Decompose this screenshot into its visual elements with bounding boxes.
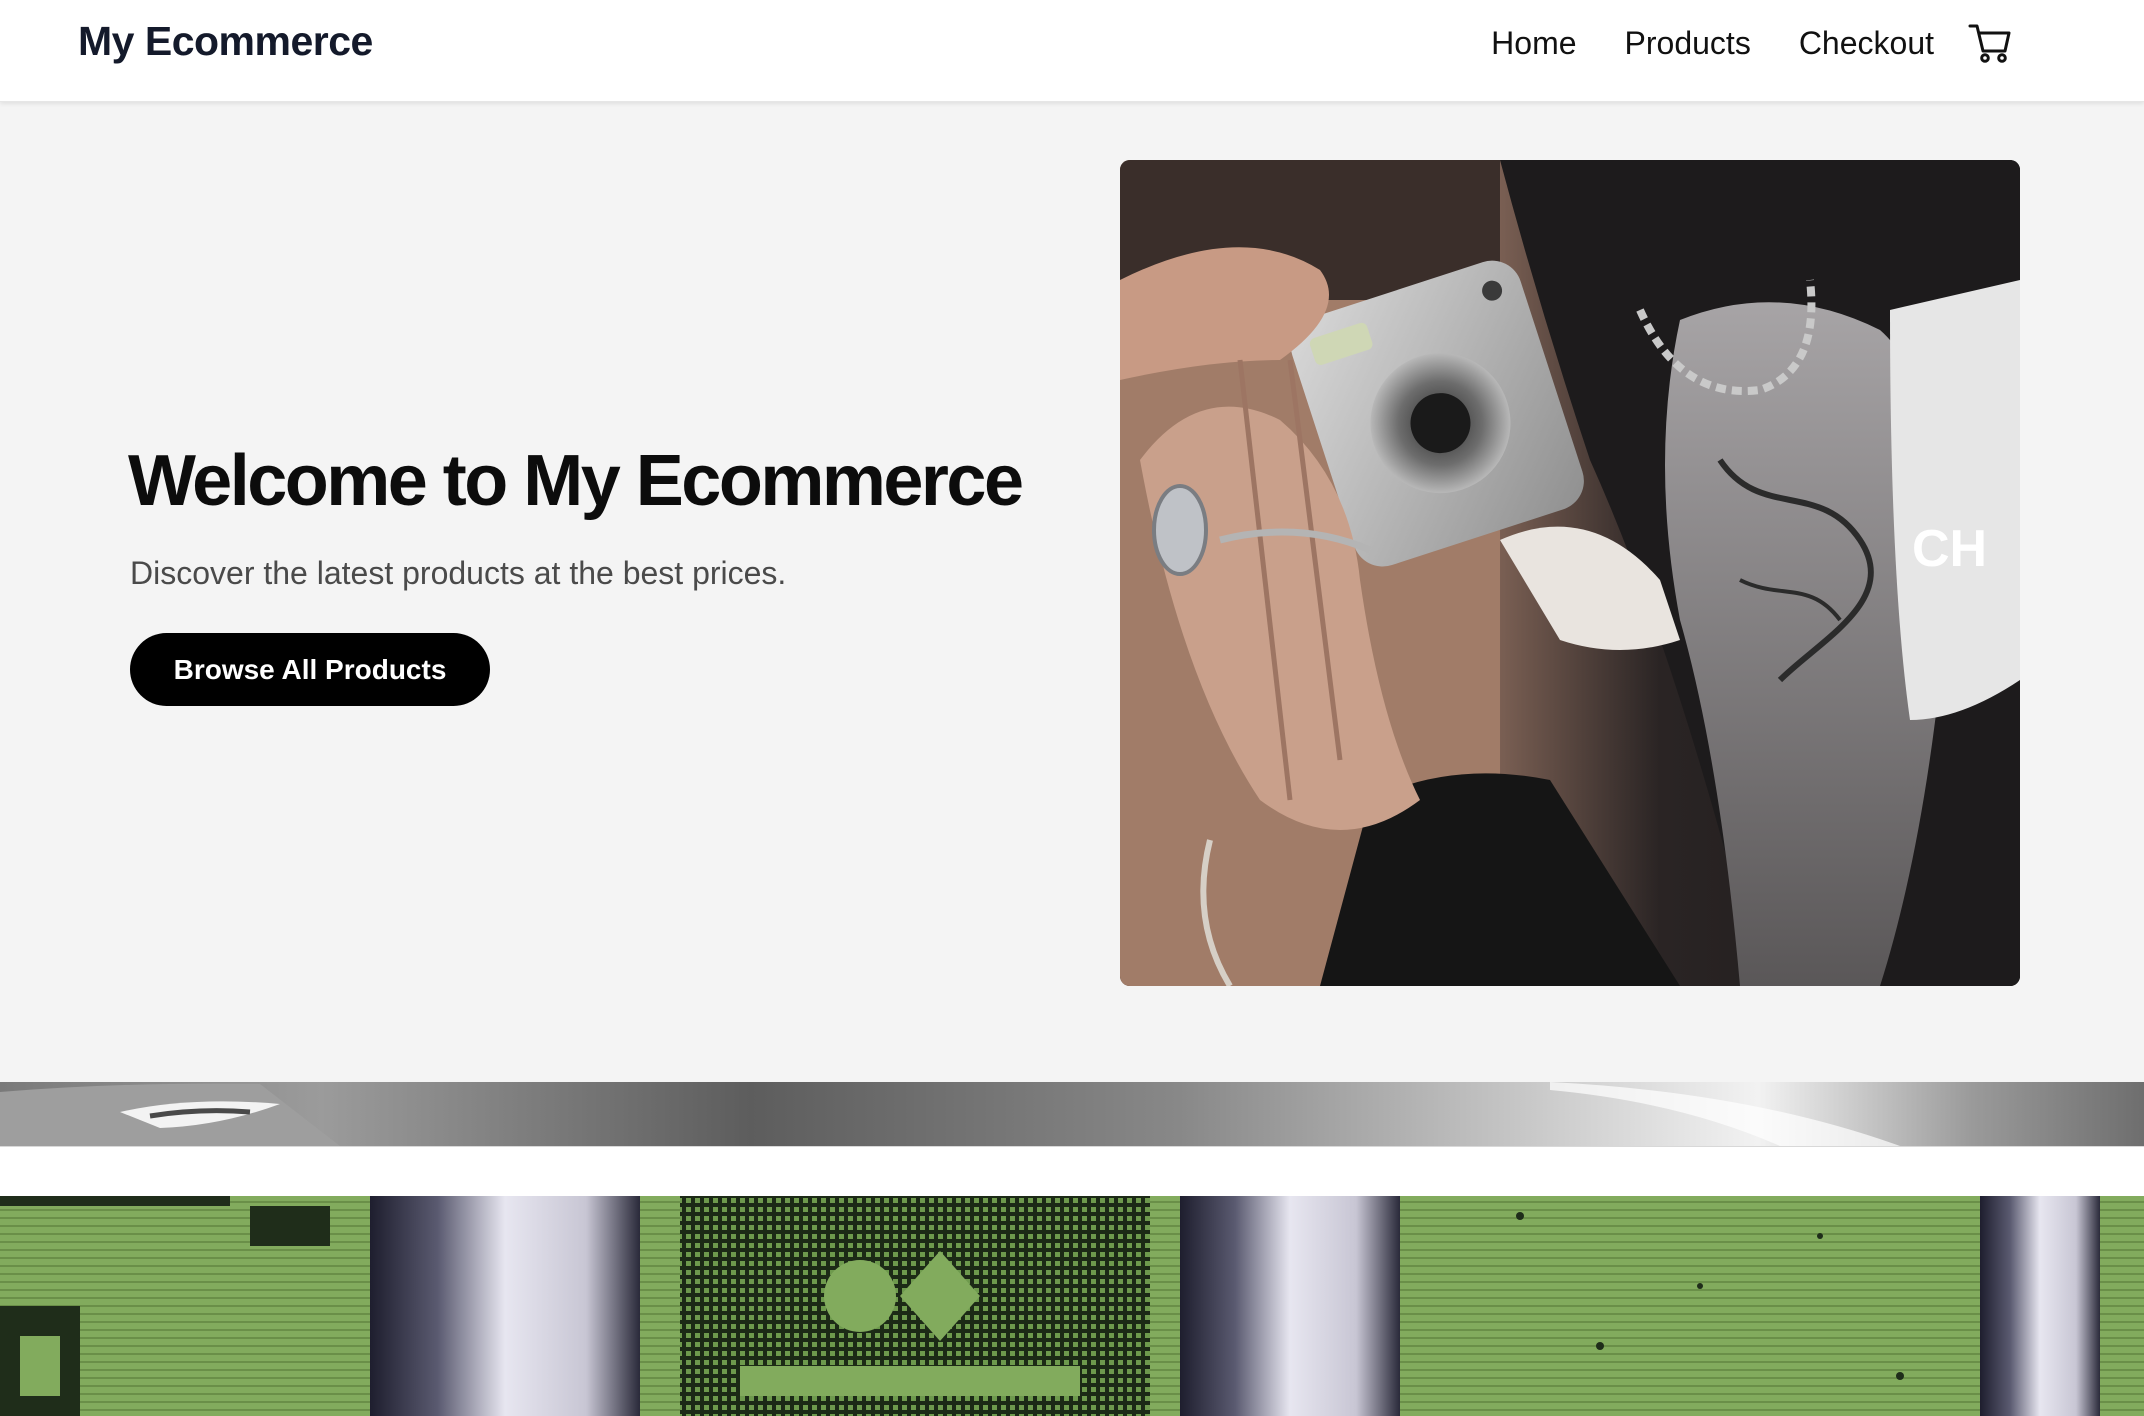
banner-strip-illustration: [0, 1082, 1900, 1146]
featured-banner-image: [0, 1196, 2144, 1416]
hero-image: CH: [1120, 160, 2020, 986]
nav-link-home[interactable]: Home: [1491, 25, 1576, 62]
brand-logo-link[interactable]: My Ecommerce: [78, 18, 373, 65]
shopping-cart-icon[interactable]: [1966, 19, 2014, 67]
browse-all-products-button[interactable]: Browse All Products: [130, 633, 490, 706]
green-banner-illustration: [0, 1196, 2144, 1416]
hero-image-overlay-text: CH: [1912, 520, 1987, 578]
nav-link-products[interactable]: Products: [1625, 25, 1751, 62]
main-nav: Home Products Checkout: [1443, 0, 2014, 86]
hero-photo-illustration: CH: [1120, 160, 2020, 986]
nav-link-checkout[interactable]: Checkout: [1799, 25, 1934, 62]
hero-title: Welcome to My Ecommerce: [128, 441, 1024, 521]
hero-section: Welcome to My Ecommerce Discover the lat…: [0, 101, 2144, 1082]
top-navbar: My Ecommerce Home Products Checkout: [0, 0, 2144, 102]
promo-banner-strip: [0, 1082, 2144, 1146]
section-divider: [0, 1146, 2144, 1197]
hero-subtitle: Discover the latest products at the best…: [130, 555, 787, 591]
